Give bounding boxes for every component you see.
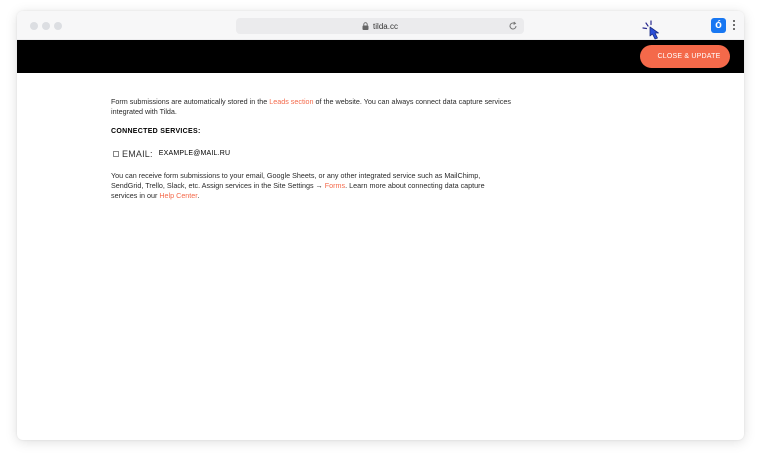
info-paragraph: You can receive form submissions to your… [111,171,485,200]
window-zoom-dot[interactable] [54,22,62,30]
service-name: EMAIL: [122,149,153,159]
form-settings-content: Form submissions are automatically store… [111,97,511,201]
more-options-icon[interactable] [732,20,736,32]
url-text: tilda.cc [373,21,398,31]
extension-icon[interactable]: ó [711,18,726,33]
window-minimize-dot[interactable] [42,22,50,30]
window-controls [30,22,62,30]
connected-services-title: CONNECTED SERVICES: [111,128,201,135]
reload-icon[interactable] [508,21,518,31]
browser-window: tilda.cc ó CLOSE & UPDATE Form submissio… [17,11,744,440]
browser-chrome: tilda.cc ó [17,11,744,40]
editor-top-bar: CLOSE & UPDATE [17,40,744,73]
forms-link[interactable]: Forms [325,181,345,190]
service-row-email: EMAIL: EXAMPLE@MAIL.RU [113,149,511,159]
lock-icon [362,22,369,30]
leads-section-link[interactable]: Leads section [269,97,313,106]
address-bar[interactable]: tilda.cc [236,18,524,34]
close-and-update-button[interactable]: CLOSE & UPDATE [640,45,730,68]
email-service-checkbox[interactable] [113,151,119,157]
service-email-value: EXAMPLE@MAIL.RU [158,150,231,157]
window-close-dot[interactable] [30,22,38,30]
help-center-link[interactable]: Help Center [159,191,197,200]
intro-paragraph: Form submissions are automatically store… [111,97,511,116]
hand-cursor-icon [642,20,659,40]
